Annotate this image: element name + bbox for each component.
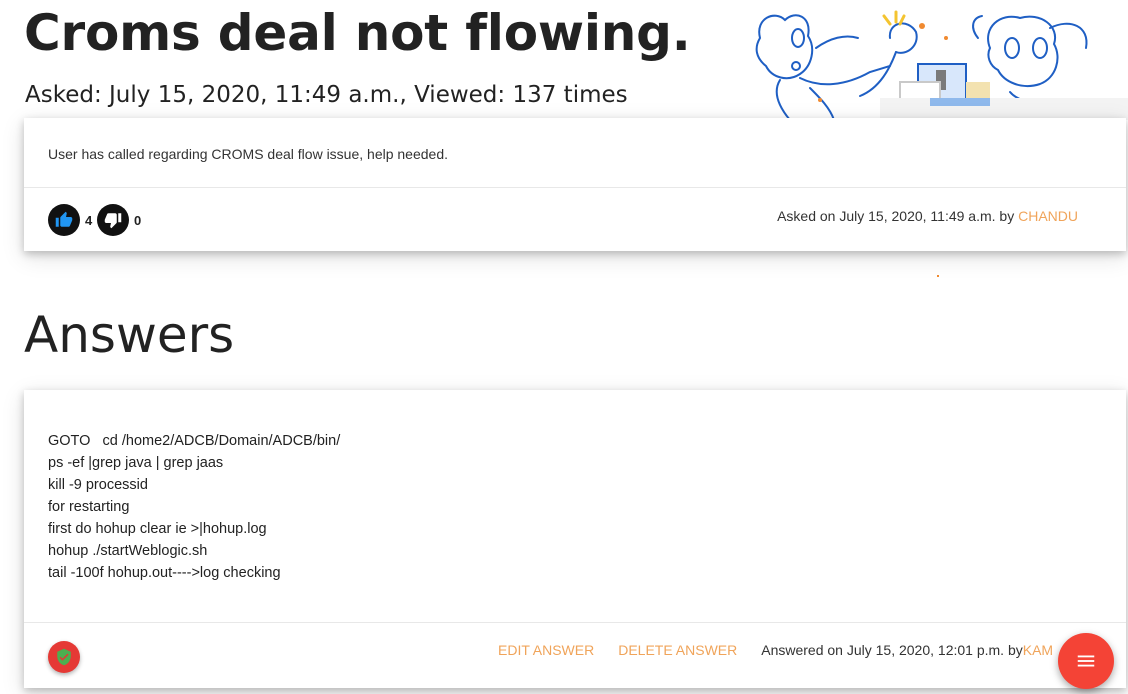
question-title: Croms deal not flowing. bbox=[24, 4, 691, 62]
asked-on-info: Asked on July 15, 2020, 11:49 a.m. by CH… bbox=[777, 208, 1078, 224]
upvote-button[interactable] bbox=[48, 204, 80, 236]
answer-line: first do hohup clear ie >|hohup.log bbox=[48, 521, 267, 537]
question-meta: Asked: July 15, 2020, 11:49 a.m., Viewed… bbox=[25, 82, 628, 108]
answer-author-link[interactable]: KAM bbox=[1023, 642, 1053, 658]
question-body: User has called regarding CROMS deal flo… bbox=[48, 146, 448, 162]
asked-on-text: Asked on July 15, 2020, 11:49 a.m. by bbox=[777, 208, 1019, 224]
delete-answer-button[interactable]: DELETE ANSWER bbox=[618, 642, 737, 658]
upvote-control: 4 bbox=[48, 204, 92, 236]
question-author-link[interactable]: CHANDU bbox=[1018, 208, 1078, 224]
answer-actions: EDIT ANSWER DELETE ANSWER Answered on Ju… bbox=[498, 642, 1053, 658]
accept-answer-button[interactable] bbox=[48, 641, 80, 673]
thumbs-down-icon bbox=[104, 213, 122, 229]
answer-line: GOTO cd /home2/ADCB/Domain/ADCB/bin/ bbox=[48, 433, 341, 449]
answer-line: kill -9 processid bbox=[48, 477, 148, 493]
downvote-button[interactable] bbox=[97, 204, 129, 236]
thumbs-up-icon bbox=[55, 211, 73, 227]
answer-line: hohup ./startWeblogic.sh bbox=[48, 543, 208, 559]
answers-heading: Answers bbox=[24, 306, 235, 364]
upvote-count: 4 bbox=[85, 212, 93, 228]
shield-check-icon bbox=[57, 648, 71, 666]
answered-on-text: Answered on July 15, 2020, 12:01 p.m. by bbox=[761, 642, 1023, 658]
answer-line: tail -100f hohup.out---->log checking bbox=[48, 565, 281, 581]
answer-line: for restarting bbox=[48, 499, 130, 515]
edit-answer-button[interactable]: EDIT ANSWER bbox=[498, 642, 594, 658]
hamburger-menu-icon bbox=[1077, 655, 1095, 667]
downvote-count: 0 bbox=[134, 212, 142, 228]
menu-fab-button[interactable] bbox=[1058, 633, 1114, 689]
divider bbox=[24, 187, 1126, 188]
answer-line: ps -ef |grep java | grep jaas bbox=[48, 455, 224, 471]
header-illustration bbox=[750, 8, 1128, 120]
divider bbox=[24, 622, 1126, 623]
downvote-control: 0 bbox=[97, 204, 141, 236]
answer-card: GOTO cd /home2/ADCB/Domain/ADCB/bin/ps -… bbox=[24, 390, 1126, 688]
question-card: User has called regarding CROMS deal flo… bbox=[24, 118, 1126, 251]
answer-body: GOTO cd /home2/ADCB/Domain/ADCB/bin/ps -… bbox=[48, 430, 340, 584]
decorative-dot bbox=[937, 275, 939, 277]
